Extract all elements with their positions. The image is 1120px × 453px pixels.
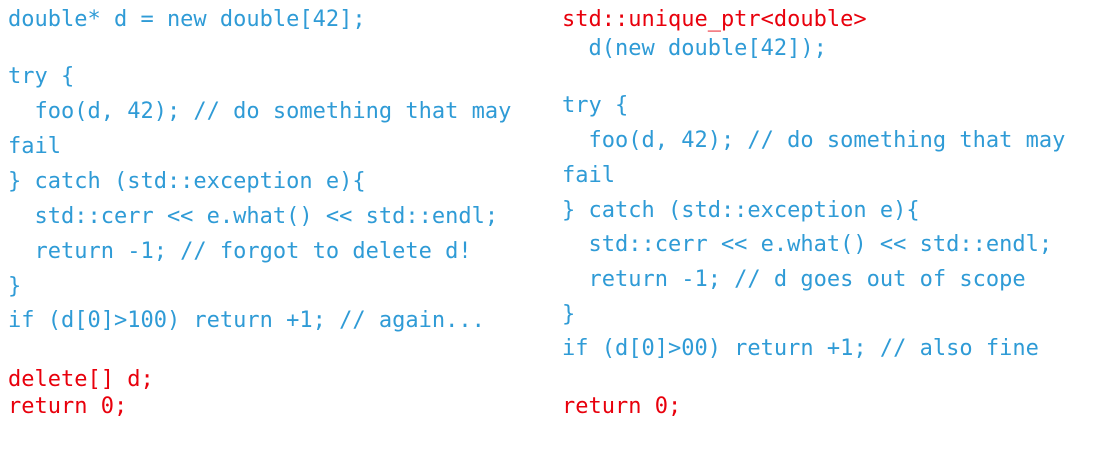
right-code-line: d(new double[42]);: [562, 36, 827, 61]
left-code-line: return -1; // forgot to delete d!: [8, 239, 472, 264]
right-code-line: std::cerr << e.what() << std::endl;: [562, 232, 1053, 257]
left-code-line: double* d = new double[42];: [8, 7, 366, 32]
left-code-line-highlight: delete[] d;: [8, 367, 154, 392]
left-code-line: } catch (std::exception e){: [8, 169, 366, 194]
right-code-line: if (d[0]>00) return +1; // also fine: [562, 336, 1039, 361]
left-code-line-highlight: return 0;: [8, 394, 128, 419]
right-code-line-highlight: return 0;: [562, 394, 682, 419]
left-code-line: foo(d, 42); // do something that may: [8, 99, 512, 124]
right-code-line: return -1; // d goes out of scope: [562, 267, 1026, 292]
left-code-line: fail: [8, 134, 61, 159]
left-code-line: if (d[0]>100) return +1; // again...: [8, 308, 485, 333]
right-code-line: }: [562, 302, 576, 327]
right-code-line-highlight: std::unique_ptr<double>: [562, 7, 867, 32]
right-code-line: try {: [562, 93, 629, 118]
left-code-line: }: [8, 274, 22, 299]
right-code-line: } catch (std::exception e){: [562, 198, 920, 223]
right-code-line: foo(d, 42); // do something that may: [562, 128, 1066, 153]
left-code-line: std::cerr << e.what() << std::endl;: [8, 204, 499, 229]
left-code-line: try {: [8, 64, 75, 89]
right-code-line: fail: [562, 163, 615, 188]
